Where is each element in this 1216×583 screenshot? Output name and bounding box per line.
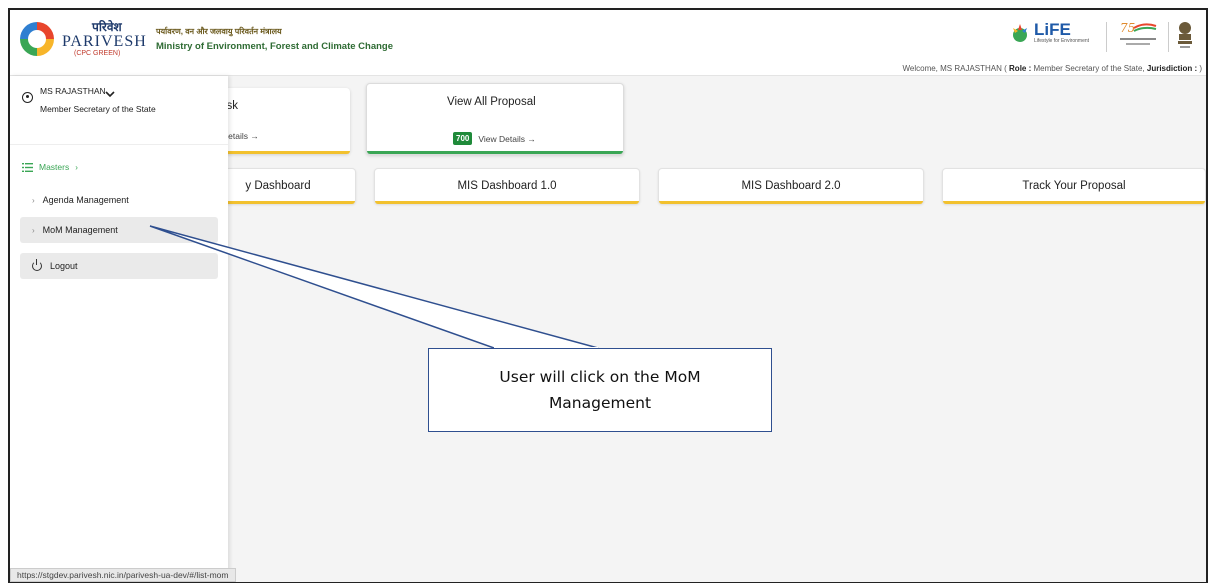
dashboard-button-label: y Dashboard bbox=[245, 180, 311, 192]
proposal-count-badge: 700 bbox=[453, 132, 473, 145]
chevron-right-icon: › bbox=[75, 162, 78, 172]
mis-dashboard-2-button[interactable]: MIS Dashboard 2.0 bbox=[658, 168, 924, 204]
brand-name[interactable]: PARIVESH bbox=[62, 33, 147, 51]
national-emblem-icon bbox=[1178, 22, 1192, 48]
user-role: Member Secretary of the State bbox=[40, 104, 156, 114]
status-bar-url: https://stgdev.parivesh.nic.in/parivesh-… bbox=[10, 568, 236, 582]
ministry-name: Ministry of Environment, Forest and Clim… bbox=[156, 41, 394, 52]
role-label: Role : bbox=[1009, 64, 1032, 73]
chevron-right-icon: › bbox=[32, 195, 35, 205]
brand-sub: (CPC GREEN) bbox=[74, 50, 121, 57]
logout-label: Logout bbox=[50, 261, 78, 271]
power-icon bbox=[32, 259, 42, 271]
user-avatar-icon bbox=[22, 92, 33, 103]
app-window: परिवेश PARIVESH (CPC GREEN) पर्यावरण, वन… bbox=[8, 8, 1208, 583]
list-icon bbox=[22, 162, 33, 172]
proposal-card-detail[interactable]: 700 View Details → bbox=[453, 132, 536, 145]
role-value: Member Secretary of the State, bbox=[1031, 64, 1147, 73]
life-logo-text: LiFE bbox=[1034, 20, 1071, 39]
proposal-card-bar bbox=[367, 151, 623, 154]
header-divider bbox=[1106, 22, 1107, 52]
mis-dashboard-1-bar bbox=[375, 201, 639, 204]
sidebar-item-masters[interactable]: Masters › bbox=[22, 162, 78, 172]
sidebar-item-label: Agenda Management bbox=[42, 195, 129, 205]
header-divider bbox=[1168, 22, 1169, 52]
track-your-proposal-button[interactable]: Track Your Proposal bbox=[942, 168, 1206, 204]
sidebar: MS RAJASTHAN Member Secretary of the Sta… bbox=[10, 76, 228, 582]
user-name: MS RAJASTHAN bbox=[40, 86, 106, 96]
proposal-view-details-link[interactable]: View Details → bbox=[478, 134, 535, 144]
jurisdiction-label: Jurisdiction : bbox=[1146, 64, 1198, 73]
track-your-proposal-label: Track Your Proposal bbox=[1022, 180, 1126, 192]
azadi-ka-amrit-mahotsav-logo-icon: 75 bbox=[1120, 21, 1157, 45]
top-header: परिवेश PARIVESH (CPC GREEN) पर्यावरण, वन… bbox=[10, 10, 1206, 76]
sidebar-item-label: MoM Management bbox=[42, 225, 118, 235]
masters-label: Masters bbox=[39, 162, 70, 172]
logout-button[interactable]: Logout bbox=[20, 253, 218, 279]
mis-dashboard-1-label: MIS Dashboard 1.0 bbox=[457, 180, 557, 192]
view-all-proposal-card[interactable]: View All Proposal 700 View Details → bbox=[366, 83, 624, 155]
sidebar-item-agenda-management[interactable]: › Agenda Management bbox=[20, 187, 218, 213]
parivesh-logo-icon[interactable] bbox=[20, 22, 54, 56]
life-logo-sub: Lifestyle for Environment bbox=[1034, 38, 1090, 44]
mis-dashboard-1-button[interactable]: MIS Dashboard 1.0 bbox=[374, 168, 640, 204]
sidebar-item-mom-management[interactable]: › MoM Management bbox=[20, 217, 218, 243]
callout-box: User will click on the MoM Management bbox=[428, 348, 772, 432]
welcome-text: Welcome, MS RAJASTHAN ( Role : Member Se… bbox=[902, 64, 1202, 73]
sidebar-divider bbox=[10, 144, 228, 145]
chevron-down-icon[interactable] bbox=[104, 90, 116, 98]
chevron-right-icon: › bbox=[32, 225, 35, 235]
callout-text: User will click on the MoM Management bbox=[499, 368, 701, 412]
life-leaf-icon bbox=[1013, 24, 1027, 42]
user-profile[interactable]: MS RAJASTHAN Member Secretary of the Sta… bbox=[10, 76, 228, 144]
svg-text:75: 75 bbox=[1120, 21, 1135, 35]
welcome-suffix: ) bbox=[1197, 64, 1202, 73]
proposal-card-title: View All Proposal bbox=[447, 96, 536, 108]
mis-dashboard-2-label: MIS Dashboard 2.0 bbox=[741, 180, 841, 192]
ministry-hindi: पर्यावरण, वन और जलवायु परिवर्तन मंत्रालय bbox=[156, 27, 282, 36]
welcome-prefix: Welcome, MS RAJASTHAN ( bbox=[902, 64, 1010, 73]
track-your-proposal-bar bbox=[943, 201, 1205, 204]
mis-dashboard-2-bar bbox=[659, 201, 923, 204]
